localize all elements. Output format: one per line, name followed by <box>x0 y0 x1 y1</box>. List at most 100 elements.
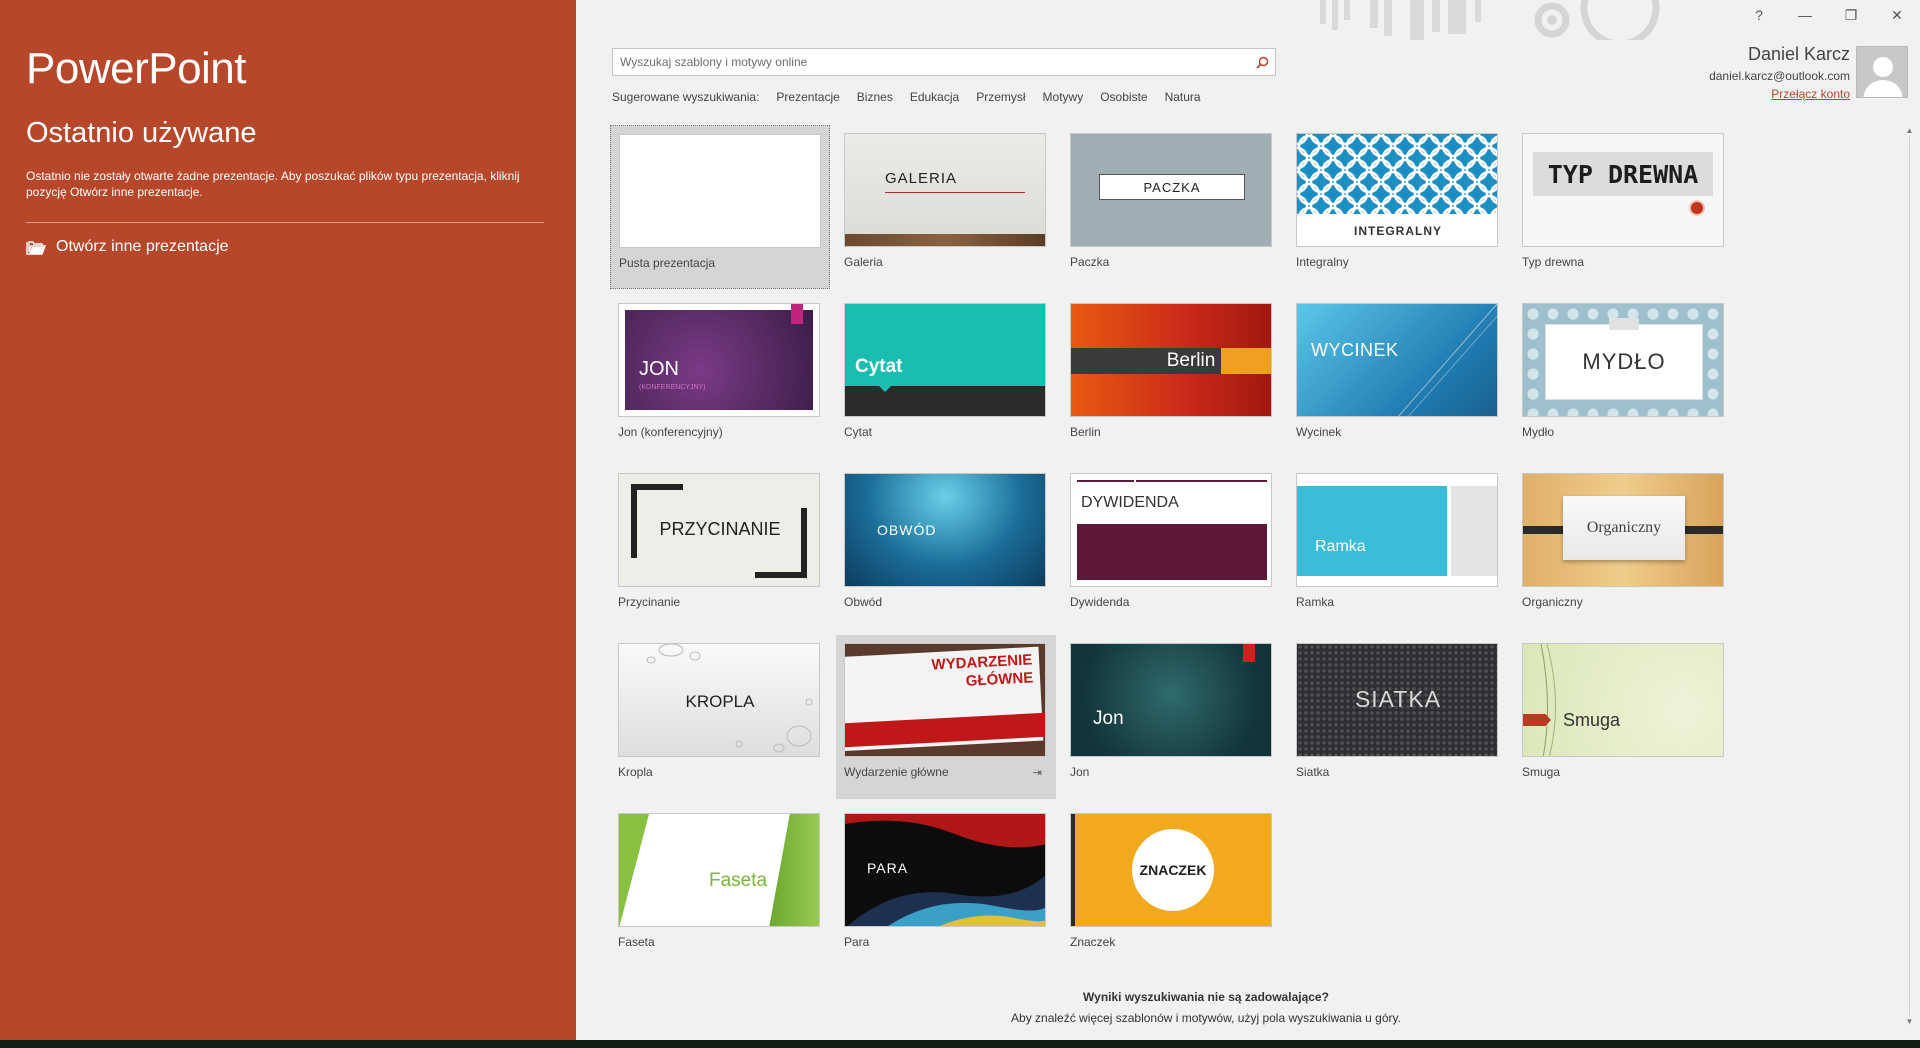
template-thumbnail: Cytat <box>844 303 1046 417</box>
thumb-floor <box>845 234 1045 246</box>
template-tile-slice[interactable]: WYCINEK Wycinek <box>1288 295 1508 459</box>
thumb-side <box>1451 486 1497 576</box>
suggested-link[interactable]: Prezentacje <box>776 90 839 104</box>
template-label: Znaczek <box>1070 935 1116 949</box>
thumb-title: MYDŁO <box>1545 324 1703 400</box>
taskbar <box>0 1040 1920 1048</box>
template-tile-quotable[interactable]: Cytat Cytat <box>836 295 1056 459</box>
search-hint-text: Aby znaleźć więcej szablonów i motywów, … <box>1011 1011 1401 1025</box>
scroll-down-icon[interactable]: ▼ <box>1903 1015 1916 1028</box>
template-tile-mesh[interactable]: SIATKA Siatka <box>1288 635 1508 799</box>
template-tile-savon[interactable]: MYDŁO Mydło <box>1514 295 1734 459</box>
vertical-scrollbar[interactable]: ▲ ▼ <box>1903 124 1916 1028</box>
template-tile-berlin[interactable]: Berlin Berlin <box>1062 295 1282 459</box>
template-tile-main-event[interactable]: WYDARZENIE GŁÓWNE Wydarzenie główne ⇥ <box>836 635 1056 799</box>
thumb-title: DYWIDENDA <box>1081 494 1179 511</box>
thumb-title: Ramka <box>1315 538 1366 555</box>
template-label: Smuga <box>1522 765 1561 779</box>
template-label: Berlin <box>1070 425 1101 439</box>
template-label: Kropla <box>618 765 653 779</box>
thumb-rule <box>1077 480 1267 482</box>
search-button[interactable] <box>1249 49 1275 75</box>
suggested-link[interactable]: Osobiste <box>1100 90 1147 104</box>
template-thumbnail: INTEGRALNY <box>1296 133 1498 247</box>
template-tile-facet[interactable]: Faseta Faseta <box>610 805 830 969</box>
thumb-bookmark <box>791 304 803 324</box>
template-grid: Pusta prezentacja GALERIA Galeria PACZKA… <box>610 125 1740 975</box>
template-thumbnail: WYDARZENIE GŁÓWNE <box>844 643 1046 757</box>
template-tile-badge[interactable]: ZNACZEK Znaczek <box>1062 805 1282 969</box>
template-thumbnail: JON (KONFERENCYJNY) <box>618 303 820 417</box>
thumb-subtitle: (KONFERENCYJNY) <box>639 384 706 391</box>
template-tile-circuit[interactable]: OBWÓD Obwód <box>836 465 1056 629</box>
pin-icon[interactable]: ⇥ <box>1033 766 1042 779</box>
avatar[interactable] <box>1856 46 1908 98</box>
template-thumbnail: MYDŁO <box>1522 303 1724 417</box>
scroll-up-icon[interactable]: ▲ <box>1903 124 1916 137</box>
template-label: Jon <box>1070 765 1090 779</box>
suggested-link[interactable]: Edukacja <box>910 90 959 104</box>
template-tile-ion[interactable]: Jon Jon <box>1062 635 1282 799</box>
template-thumbnail: Smuga <box>1522 643 1724 757</box>
template-search-input[interactable] <box>613 49 1249 75</box>
template-label: Ramka <box>1296 595 1335 609</box>
thumb-title: KROPLA <box>685 692 755 711</box>
minimize-button[interactable]: — <box>1782 0 1828 30</box>
thumb-bookmark <box>1243 644 1255 662</box>
sidebar-divider <box>26 222 544 223</box>
template-thumbnail <box>619 134 821 248</box>
template-tile-gallery[interactable]: GALERIA Galeria <box>836 125 1056 289</box>
template-thumbnail: Jon <box>1070 643 1272 757</box>
template-thumbnail: DYWIDENDA <box>1070 473 1272 587</box>
template-label: Dywidenda <box>1070 595 1130 609</box>
thumb-edge <box>1071 814 1075 926</box>
template-tile-ion-boardroom[interactable]: JON (KONFERENCYJNY) Jon (konferencyjny) <box>610 295 830 459</box>
template-label: Integralny <box>1296 255 1349 269</box>
thumb-accent <box>1221 348 1271 374</box>
suggested-link[interactable]: Motywy <box>1043 90 1084 104</box>
folder-open-icon <box>26 240 46 255</box>
template-tile-frame[interactable]: Ramka Ramka <box>1288 465 1508 629</box>
template-tile-package[interactable]: PACZKA Paczka <box>1062 125 1282 289</box>
template-tile-organic[interactable]: Organiczny Organiczny <box>1514 465 1734 629</box>
template-tile-vapor[interactable]: PARA Para <box>836 805 1056 969</box>
template-thumbnail: GALERIA <box>844 133 1046 247</box>
template-thumbnail: PACZKA <box>1070 133 1272 247</box>
backstage-sidebar: PowerPoint Ostatnio używane Ostatnio nie… <box>0 0 576 1040</box>
recent-description: Ostatnio nie zostały otwarte żadne preze… <box>26 169 520 199</box>
template-label: Cytat <box>844 425 873 439</box>
template-thumbnail: SIATKA <box>1296 643 1498 757</box>
thumb-panel <box>1297 486 1447 576</box>
open-other-presentations-button[interactable]: Otwórz inne prezentacje <box>26 238 229 256</box>
close-button[interactable]: ✕ <box>1874 0 1920 30</box>
thumb-arrow <box>1523 714 1551 726</box>
template-thumbnail: WYCINEK <box>1296 303 1498 417</box>
template-label: Obwód <box>844 595 883 609</box>
template-label: Para <box>844 935 870 949</box>
thumb-facet <box>619 814 649 926</box>
template-tile-droplet[interactable]: KROPLA Kropla <box>610 635 830 799</box>
thumb-title: Cytat <box>855 356 903 377</box>
suggested-link[interactable]: Natura <box>1165 90 1201 104</box>
suggested-link[interactable]: Przemysł <box>976 90 1025 104</box>
template-tile-integral[interactable]: INTEGRALNY Integralny <box>1288 125 1508 289</box>
template-thumbnail: OBWÓD <box>844 473 1046 587</box>
template-tile-blank[interactable]: Pusta prezentacja <box>610 125 830 289</box>
window-controls: ? — ❐ ✕ <box>1736 0 1920 30</box>
scroll-track[interactable] <box>1909 137 1910 1015</box>
suggested-link[interactable]: Biznes <box>857 90 893 104</box>
account-info: Daniel Karcz daniel.karcz@outlook.com Pr… <box>1709 44 1850 101</box>
thumb-title: PACZKA <box>1099 174 1245 200</box>
account-email: daniel.karcz@outlook.com <box>1709 69 1850 83</box>
template-thumbnail: PRZYCINANIE <box>618 473 820 587</box>
template-tile-dividend[interactable]: DYWIDENDA Dywidenda <box>1062 465 1282 629</box>
thumb-title: WYDARZENIE GŁÓWNE <box>931 651 1034 692</box>
template-tile-wisp[interactable]: Smuga Smuga <box>1514 635 1734 799</box>
restore-button[interactable]: ❐ <box>1828 0 1874 30</box>
template-label: Galeria <box>844 255 883 269</box>
template-thumbnail: Faseta <box>618 813 820 927</box>
help-button[interactable]: ? <box>1736 0 1782 30</box>
switch-account-link[interactable]: Przełącz konto <box>1709 87 1850 101</box>
template-tile-wood-type[interactable]: TYP DREWNA Typ drewna <box>1514 125 1734 289</box>
template-tile-crop[interactable]: PRZYCINANIE Przycinanie <box>610 465 830 629</box>
